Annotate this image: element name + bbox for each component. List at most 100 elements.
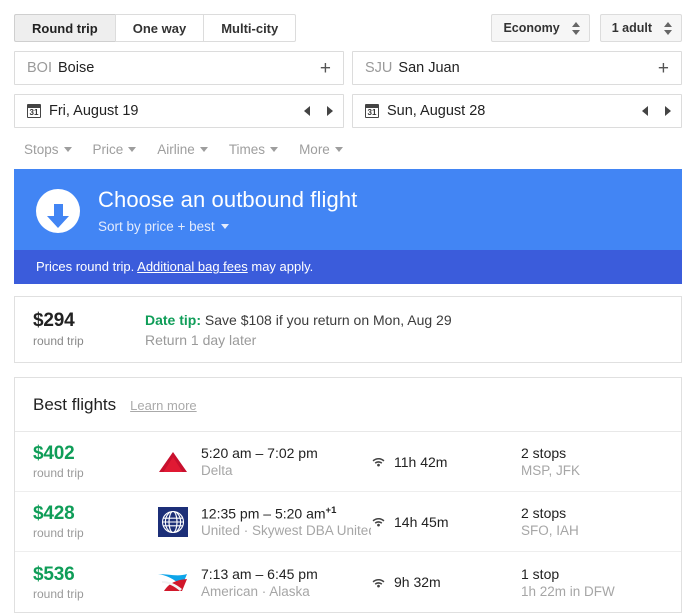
flight-stops: 2 stops [521, 445, 567, 461]
destination-input[interactable]: SJU San Juan + [352, 51, 682, 85]
date-tip-content: Date tip: Save $108 if you return on Mon… [145, 310, 452, 348]
flight-price-sub: round trip [33, 586, 84, 601]
chevron-down-icon [270, 147, 279, 152]
wifi-icon [372, 578, 385, 588]
flight-price-sub: round trip [33, 526, 84, 540]
sort-selector-label: Sort by price + best [98, 219, 215, 234]
flight-times: 12:35 pm – 5:20 am+1 [201, 505, 371, 522]
wifi-icon [372, 518, 385, 527]
trip-options: Economy 1 adult [491, 14, 682, 42]
flight-price-block: $402 round trip [15, 443, 145, 480]
flight-stops-block: 1 stop 1h 22m in DFW [521, 566, 681, 599]
filter-price[interactable]: Price [93, 142, 137, 157]
departure-date-value: Fri, August 19 [49, 103, 139, 119]
best-flights-title: Best flights [33, 395, 117, 414]
flight-result-row[interactable]: $428 round trip 12:35 pm – 5:20 am+1 Uni… [15, 492, 681, 552]
passenger-stepper-icon[interactable] [664, 21, 672, 35]
date-fields-row: 31 Fri, August 19 31 Sun, August 28 [14, 94, 682, 128]
filter-more-label: More [299, 142, 330, 157]
date-tip-price-block: $294 round trip [15, 310, 145, 348]
american-logo [145, 570, 201, 594]
airport-fields-row: BOI Boise + SJU San Juan + [14, 51, 682, 85]
passenger-count-selector[interactable]: 1 adult [599, 14, 682, 42]
cabin-stepper-icon[interactable] [571, 21, 580, 35]
flight-stops-block: 2 stops SFO, IAH [521, 505, 681, 538]
origin-code: BOI [27, 60, 52, 76]
flight-airline: American · Alaska [201, 583, 310, 599]
flight-times-block: 7:13 am – 6:45 pm American · Alaska [201, 566, 371, 599]
flight-times: 7:13 am – 6:45 pm [201, 566, 371, 582]
filter-stops-label: Stops [24, 142, 59, 157]
date-tip-label: Date tip: [145, 312, 201, 328]
flight-stop-detail: 1h 22m in DFW [521, 583, 615, 599]
chevron-down-icon [334, 147, 343, 152]
wifi-icon [372, 458, 385, 467]
delta-logo [145, 451, 201, 473]
filter-price-label: Price [92, 142, 124, 157]
filter-stops[interactable]: Stops [24, 142, 72, 157]
calendar-icon: 31 [365, 104, 379, 118]
trip-type-tabs: Round trip One way Multi-city [14, 14, 297, 42]
previous-day-icon[interactable] [304, 106, 310, 116]
download-arrow-icon [36, 189, 80, 233]
tab-multi-city[interactable]: Multi-city [203, 14, 297, 42]
learn-more-link[interactable]: Learn more [130, 398, 196, 413]
previous-day-icon[interactable] [642, 106, 648, 116]
flight-duration: 9h 32m [394, 574, 441, 590]
united-globe-icon [161, 510, 185, 533]
flight-price: $402 [33, 443, 75, 464]
tab-round-trip[interactable]: Round trip [14, 14, 115, 42]
best-flights-card: Best flights Learn more $402 round trip … [14, 377, 682, 613]
sort-selector[interactable]: Sort by price + best [98, 219, 357, 234]
flight-stop-detail: SFO, IAH [521, 523, 579, 538]
cabin-class-selector[interactable]: Economy [491, 14, 590, 42]
chevron-down-icon [199, 147, 208, 152]
flight-price-block: $428 round trip [15, 503, 145, 540]
additional-bag-fees-link[interactable]: Additional bag fees [137, 259, 248, 274]
filter-airline[interactable]: Airline [157, 142, 208, 157]
destination-code: SJU [365, 60, 393, 76]
date-tip-message: Save $108 if you return on Mon, Aug 29 [201, 312, 452, 328]
united-logo [145, 506, 201, 537]
flight-result-row[interactable]: $536 round trip 7:13 am – 6:45 pm Americ… [15, 552, 681, 612]
calendar-icon: 31 [27, 104, 41, 118]
outbound-flight-banner: Choose an outbound flight Sort by price … [14, 169, 682, 250]
chevron-down-icon [128, 147, 137, 152]
chevron-down-icon [220, 224, 229, 229]
next-day-icon[interactable] [665, 106, 671, 116]
flight-result-row[interactable]: $402 round trip 5:20 am – 7:02 pm Delta … [15, 432, 681, 492]
add-destination-icon[interactable]: + [656, 59, 671, 78]
flight-times-text: 7:13 am – 6:45 pm [201, 565, 318, 582]
flight-stops-block: 2 stops MSP, JFK [521, 445, 681, 478]
next-day-icon[interactable] [327, 106, 333, 116]
destination-city: San Juan [398, 60, 460, 76]
return-date-input[interactable]: 31 Sun, August 28 [352, 94, 682, 128]
date-tip-price: $294 [33, 310, 75, 331]
flight-airline: United · Skywest DBA United Exp [201, 523, 371, 539]
flight-day-offset: +1 [325, 504, 337, 516]
flight-stop-detail: MSP, JFK [521, 463, 581, 478]
flight-times-text: 5:20 am – 7:02 pm [201, 445, 318, 461]
filter-more[interactable]: More [299, 142, 343, 157]
departure-date-input[interactable]: 31 Fri, August 19 [14, 94, 344, 128]
best-flights-header: Best flights Learn more [15, 378, 681, 432]
tab-round-trip-label: Round trip [32, 20, 98, 36]
flight-duration-block: 11h 42m [371, 454, 521, 470]
tab-one-way[interactable]: One way [114, 14, 204, 42]
bag-fees-notice: Prices round trip. Additional bag fees m… [14, 250, 682, 284]
filter-times[interactable]: Times [229, 142, 279, 157]
date-tip-price-sub: round trip [33, 334, 84, 348]
flight-times-block: 12:35 pm – 5:20 am+1 United · Skywest DB… [201, 505, 371, 539]
flight-price-sub: round trip [33, 466, 84, 480]
flight-duration-block: 9h 32m [371, 574, 521, 590]
search-controls-bar: Round trip One way Multi-city Economy 1 … [14, 0, 682, 42]
delta-logo-icon [159, 451, 187, 472]
date-tip-message-line: Date tip: Save $108 if you return on Mon… [145, 312, 452, 328]
passenger-count-label: 1 adult [611, 21, 652, 35]
tab-multi-city-label: Multi-city [221, 20, 279, 36]
origin-input[interactable]: BOI Boise + [14, 51, 344, 85]
return-date-nav [642, 106, 671, 116]
date-tip-card[interactable]: $294 round trip Date tip: Save $108 if y… [14, 296, 682, 363]
filter-bar: Stops Price Airline Times More [14, 128, 682, 169]
add-origin-icon[interactable]: + [318, 59, 333, 78]
